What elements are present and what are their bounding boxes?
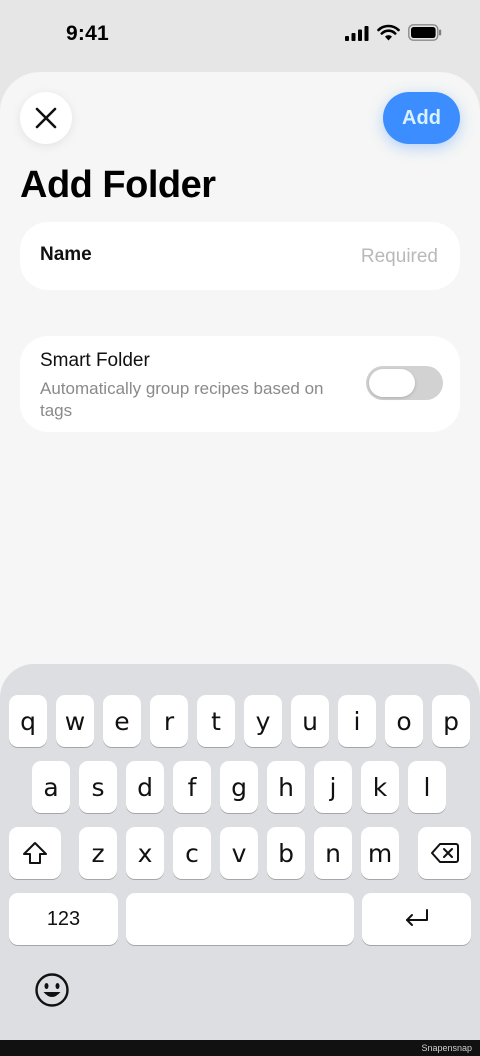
backspace-key[interactable] xyxy=(418,827,471,879)
key-i[interactable]: i xyxy=(338,695,376,747)
key-k[interactable]: k xyxy=(361,761,399,813)
return-icon xyxy=(405,909,428,926)
wifi-icon xyxy=(377,24,400,41)
name-label: Name xyxy=(40,244,92,265)
name-input[interactable] xyxy=(236,236,440,278)
watermark: Snapensnap xyxy=(421,1043,472,1053)
key-b[interactable]: b xyxy=(267,827,305,879)
status-time: 9:41 xyxy=(66,22,109,45)
battery-icon xyxy=(408,24,442,41)
key-n[interactable]: n xyxy=(314,827,352,879)
emoji-icon xyxy=(35,973,69,1007)
key-z[interactable]: z xyxy=(79,827,117,879)
toggle-knob xyxy=(369,369,415,397)
key-s[interactable]: s xyxy=(79,761,117,813)
name-field-card: Name xyxy=(20,222,460,290)
page-title: Add Folder xyxy=(20,164,216,206)
key-g[interactable]: g xyxy=(220,761,258,813)
add-button[interactable]: Add xyxy=(383,92,460,144)
numbers-key[interactable]: 123 xyxy=(9,893,118,945)
status-bar: 9:41 xyxy=(0,0,480,72)
cellular-signal-icon xyxy=(345,25,369,41)
key-w[interactable]: w xyxy=(56,695,94,747)
key-l[interactable]: l xyxy=(408,761,446,813)
key-t[interactable]: t xyxy=(197,695,235,747)
smart-folder-card: Smart Folder Automatically group recipes… xyxy=(20,336,460,432)
key-v[interactable]: v xyxy=(220,827,258,879)
key-u[interactable]: u xyxy=(291,695,329,747)
key-m[interactable]: m xyxy=(361,827,399,879)
backspace-icon xyxy=(430,843,459,863)
key-e[interactable]: e xyxy=(103,695,141,747)
shift-key[interactable] xyxy=(9,827,61,879)
key-f[interactable]: f xyxy=(173,761,211,813)
space-key[interactable] xyxy=(126,893,354,945)
key-j[interactable]: j xyxy=(314,761,352,813)
key-h[interactable]: h xyxy=(267,761,305,813)
close-icon xyxy=(35,107,57,129)
smart-folder-title: Smart Folder xyxy=(40,350,150,371)
key-p[interactable]: p xyxy=(432,695,470,747)
keyboard: q w e r t y u i o p a s d f g h j k l z … xyxy=(0,664,480,1040)
key-o[interactable]: o xyxy=(385,695,423,747)
key-x[interactable]: x xyxy=(126,827,164,879)
close-button[interactable] xyxy=(20,92,72,144)
status-icons xyxy=(345,24,442,41)
smart-folder-toggle[interactable] xyxy=(366,366,443,400)
key-q[interactable]: q xyxy=(9,695,47,747)
key-y[interactable]: y xyxy=(244,695,282,747)
shift-icon xyxy=(23,842,47,864)
emoji-button[interactable] xyxy=(32,970,72,1010)
key-r[interactable]: r xyxy=(150,695,188,747)
return-key[interactable] xyxy=(362,893,471,945)
home-indicator-bar xyxy=(0,1040,480,1056)
key-d[interactable]: d xyxy=(126,761,164,813)
smart-folder-description: Automatically group recipes based on tag… xyxy=(40,379,324,420)
key-c[interactable]: c xyxy=(173,827,211,879)
key-a[interactable]: a xyxy=(32,761,70,813)
